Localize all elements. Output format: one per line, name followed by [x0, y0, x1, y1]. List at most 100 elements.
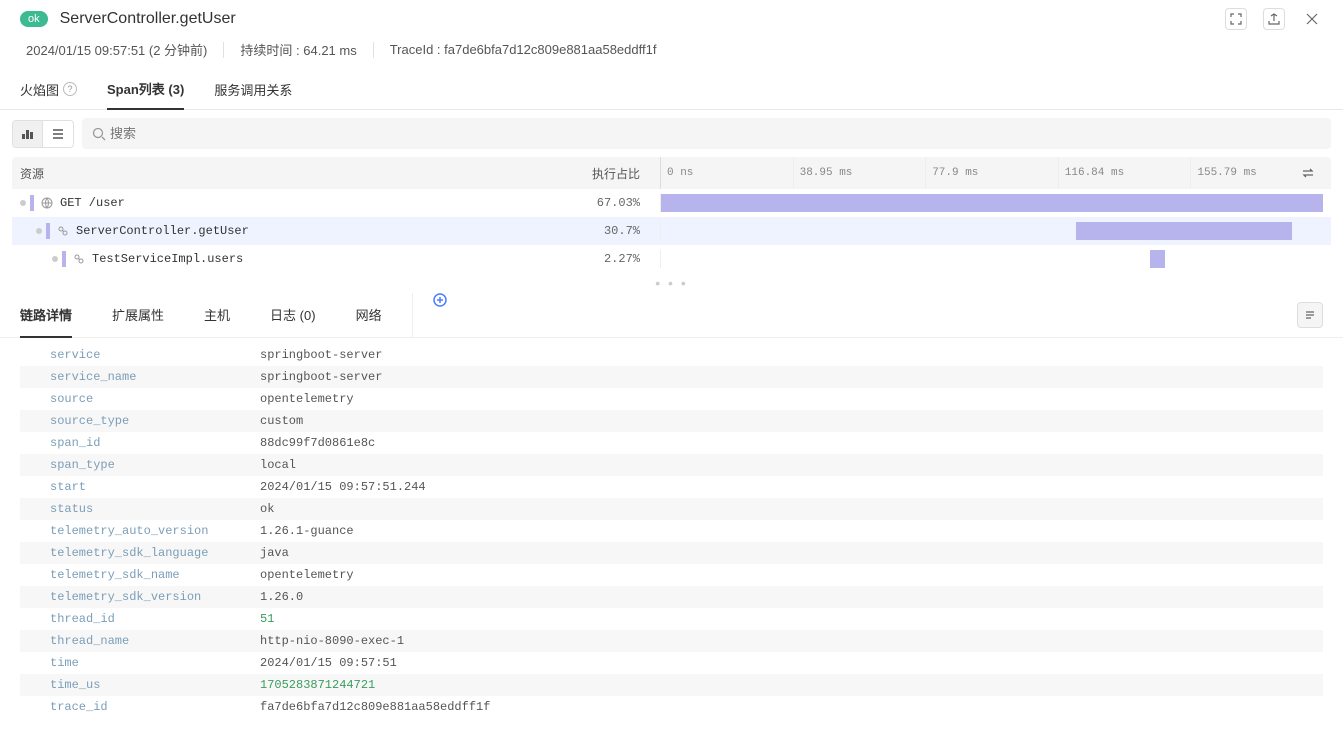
- detail-value: springboot-server: [260, 370, 1313, 384]
- detail-row: time_us1705283871244721: [20, 674, 1323, 696]
- detail-row: telemetry_sdk_version1.26.0: [20, 586, 1323, 608]
- detail-value: java: [260, 546, 1313, 560]
- detail-row: thread_id51: [20, 608, 1323, 630]
- tab-flamegraph[interactable]: 火焰图 ?: [20, 70, 77, 109]
- detail-value: http-nio-8090-exec-1: [260, 634, 1313, 648]
- dtab-network[interactable]: 网络: [356, 293, 382, 337]
- divider: [223, 42, 224, 58]
- detail-value: 1.26.1-guance: [260, 524, 1313, 538]
- span-bar: [1150, 250, 1165, 268]
- detail-key: status: [50, 502, 260, 516]
- method-icon: [72, 252, 86, 266]
- divider: [373, 42, 374, 58]
- timeline-tick: 116.84 ms: [1058, 157, 1191, 189]
- span-bar-cell: [660, 194, 1323, 212]
- detail-row: service_namespringboot-server: [20, 366, 1323, 388]
- dtab-link-detail[interactable]: 链路详情: [20, 293, 72, 338]
- detail-value: 1705283871244721: [260, 678, 1313, 692]
- span-row[interactable]: ServerController.getUser30.7%: [12, 217, 1331, 245]
- tab-spanlist[interactable]: Span列表 (3): [107, 69, 184, 110]
- tab-services[interactable]: 服务调用关系: [214, 70, 292, 109]
- detail-row: source_typecustom: [20, 410, 1323, 432]
- span-row[interactable]: GET /user67.03%: [12, 189, 1331, 217]
- detail-key: thread_id: [50, 612, 260, 626]
- detail-value: 51: [260, 612, 1313, 626]
- detail-value: fa7de6bfa7d12c809e881aa58eddff1f: [260, 700, 1313, 714]
- duration-text: 持续时间 : 64.21 ms: [240, 40, 356, 59]
- detail-row: servicespringboot-server: [20, 344, 1323, 366]
- span-resource-cell: ServerController.getUser: [20, 223, 580, 239]
- detail-row: time2024/01/15 09:57:51: [20, 652, 1323, 674]
- span-resource-cell: TestServiceImpl.users: [20, 251, 580, 267]
- detail-row: span_id88dc99f7d0861e8c: [20, 432, 1323, 454]
- view-chart-button[interactable]: [13, 121, 43, 147]
- resize-handle[interactable]: • • •: [0, 273, 1343, 293]
- detail-key: service: [50, 348, 260, 362]
- close-button[interactable]: [1301, 8, 1323, 30]
- detail-value: 2024/01/15 09:57:51: [260, 656, 1313, 670]
- detail-row: sourceopentelemetry: [20, 388, 1323, 410]
- detail-row: thread_namehttp-nio-8090-exec-1: [20, 630, 1323, 652]
- dtab-extended[interactable]: 扩展属性: [112, 293, 164, 337]
- detail-row: span_typelocal: [20, 454, 1323, 476]
- span-bar-cell: [660, 250, 1323, 268]
- collapse-panel-button[interactable]: [1297, 302, 1323, 328]
- detail-key: time_us: [50, 678, 260, 692]
- export-button[interactable]: [1263, 8, 1285, 30]
- span-color-marker: [62, 251, 66, 267]
- dtab-logs[interactable]: 日志 (0): [270, 293, 316, 337]
- timeline-tick: 38.95 ms: [793, 157, 926, 189]
- detail-key: time: [50, 656, 260, 670]
- detail-key: span_type: [50, 458, 260, 472]
- detail-key: telemetry_auto_version: [50, 524, 260, 538]
- span-resource-cell: GET /user: [20, 195, 580, 211]
- tree-node-icon: [20, 200, 26, 206]
- globe-icon: [40, 196, 54, 210]
- detail-row: telemetry_sdk_nameopentelemetry: [20, 564, 1323, 586]
- help-icon[interactable]: ?: [63, 82, 77, 96]
- view-toggle: [12, 120, 74, 148]
- span-pct: 67.03%: [580, 196, 660, 210]
- col-resource-header: 资源: [20, 165, 580, 182]
- method-icon: [56, 224, 70, 238]
- timeline-tick: 0 ns: [661, 157, 793, 189]
- tab-spanlist-label: Span列表 (3): [107, 79, 184, 98]
- detail-key: telemetry_sdk_name: [50, 568, 260, 582]
- detail-row: trace_idfa7de6bfa7d12c809e881aa58eddff1f: [20, 696, 1323, 718]
- detail-row: telemetry_auto_version1.26.1-guance: [20, 520, 1323, 542]
- tree-node-icon: [52, 256, 58, 262]
- detail-value: 2024/01/15 09:57:51.244: [260, 480, 1313, 494]
- detail-key: source_type: [50, 414, 260, 428]
- view-list-button[interactable]: [43, 121, 73, 147]
- detail-value: opentelemetry: [260, 568, 1313, 582]
- detail-value: local: [260, 458, 1313, 472]
- span-row[interactable]: TestServiceImpl.users2.27%: [12, 245, 1331, 273]
- detail-row: start2024/01/15 09:57:51.244: [20, 476, 1323, 498]
- page-title: ServerController.getUser: [60, 10, 1225, 28]
- span-color-marker: [46, 223, 50, 239]
- detail-key: telemetry_sdk_version: [50, 590, 260, 604]
- detail-value: 88dc99f7d0861e8c: [260, 436, 1313, 450]
- detail-value: opentelemetry: [260, 392, 1313, 406]
- detail-value: ok: [260, 502, 1313, 516]
- tab-flamegraph-label: 火焰图: [20, 80, 59, 99]
- search-input[interactable]: [106, 122, 1321, 145]
- timeline-tick: 77.9 ms: [925, 157, 1058, 189]
- tree-node-icon: [36, 228, 42, 234]
- detail-key: thread_name: [50, 634, 260, 648]
- span-bar: [1076, 222, 1292, 240]
- detail-value: custom: [260, 414, 1313, 428]
- add-tab-button[interactable]: [412, 293, 447, 337]
- timestamp-text: 2024/01/15 09:57:51 (2 分钟前): [26, 40, 207, 59]
- span-name: TestServiceImpl.users: [92, 252, 243, 266]
- swap-axis-button[interactable]: [1301, 166, 1315, 180]
- detail-value: springboot-server: [260, 348, 1313, 362]
- fullscreen-button[interactable]: [1225, 8, 1247, 30]
- dtab-host[interactable]: 主机: [204, 293, 230, 337]
- detail-key: service_name: [50, 370, 260, 384]
- detail-key: span_id: [50, 436, 260, 450]
- detail-key: telemetry_sdk_language: [50, 546, 260, 560]
- tab-services-label: 服务调用关系: [214, 80, 292, 99]
- col-ratio-header: 执行占比: [580, 165, 660, 182]
- span-bar-cell: [660, 222, 1323, 240]
